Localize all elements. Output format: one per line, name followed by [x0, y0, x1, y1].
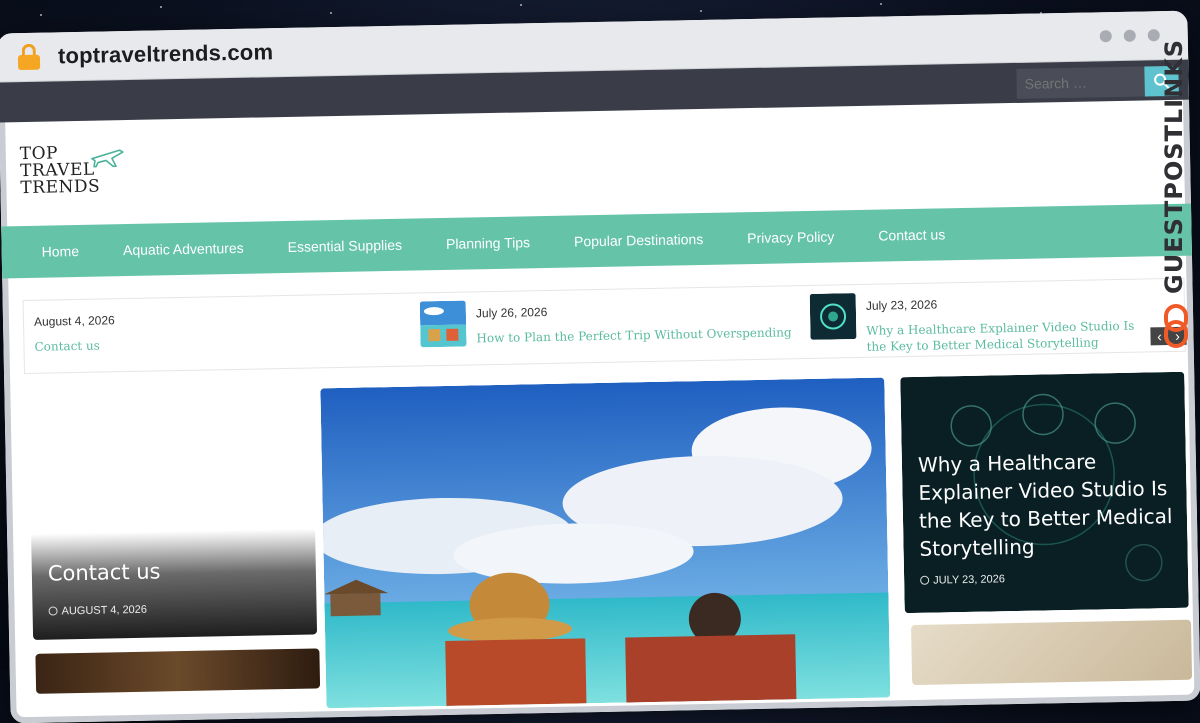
window-dot[interactable] — [1123, 29, 1136, 42]
featured-card-right-lower[interactable] — [911, 619, 1193, 686]
nav-item-essential-supplies[interactable]: Essential Supplies — [265, 236, 424, 255]
watermark-text: GUESTPOSTLINKS — [1160, 38, 1188, 294]
clock-icon — [920, 575, 930, 585]
ticker-item[interactable]: July 23, 2026 Why a Healthcare Explainer… — [809, 287, 1155, 356]
card-title[interactable]: Contact us — [48, 559, 161, 585]
featured-card-left-lower[interactable] — [35, 648, 321, 694]
address-bar-url[interactable]: toptraveltrends.com — [58, 39, 274, 69]
nav-item-popular-destinations[interactable]: Popular Destinations — [552, 231, 725, 250]
card-date: AUGUST 4, 2026 — [48, 604, 147, 618]
clock-icon — [48, 606, 58, 616]
window-dot[interactable] — [1147, 29, 1160, 42]
featured-section: Contact us AUGUST 4, 2026 Why a Healthca… — [4, 352, 1200, 709]
plane-icon — [91, 149, 124, 168]
nav-item-contact-us[interactable]: Contact us — [856, 226, 967, 244]
ticker-title[interactable]: Why a Healthcare Explainer Video Studio … — [866, 317, 1155, 355]
nav-item-planning-tips[interactable]: Planning Tips — [424, 234, 552, 252]
ticker-item[interactable]: August 4, 2026 Contact us — [34, 307, 116, 355]
featured-card-left[interactable]: Contact us AUGUST 4, 2026 — [31, 528, 318, 640]
ticker-title[interactable]: How to Plan the Perfect Trip Without Ove… — [476, 324, 791, 346]
ticker-title[interactable]: Contact us — [34, 337, 115, 355]
hero-image[interactable] — [320, 377, 891, 709]
ticker-date: July 26, 2026 — [475, 304, 548, 321]
site-logo[interactable]: TOP TRAVEL TRENDS — [20, 143, 141, 210]
card-date-text: AUGUST 4, 2026 — [61, 603, 148, 618]
logo-line-trends: TRENDS — [20, 176, 101, 199]
window-controls — [1099, 29, 1160, 43]
search-input[interactable] — [1016, 66, 1145, 99]
ticker-item[interactable]: July 26, 2026 How to Plan the Perfect Tr… — [419, 294, 792, 348]
ticker-thumbnail[interactable] — [419, 300, 467, 348]
card-title[interactable]: Why a Healthcare Explainer Video Studio … — [918, 446, 1176, 563]
card-date-text: JULY 23, 2026 — [933, 573, 1006, 587]
link-icon — [1164, 304, 1188, 348]
nav-item-home[interactable]: Home — [20, 243, 102, 261]
search-form — [1016, 65, 1179, 99]
browser-window: toptraveltrends.com TOP TRAVEL TRENDS Ho… — [0, 10, 1200, 723]
card-date: JULY 23, 2026 — [920, 573, 1005, 587]
nav-item-privacy-policy[interactable]: Privacy Policy — [725, 228, 856, 247]
lock-icon — [17, 43, 41, 71]
ticker-date: August 4, 2026 — [33, 313, 115, 329]
nav-item-aquatic-adventures[interactable]: Aquatic Adventures — [101, 239, 266, 258]
guestpostlinks-watermark: GUESTPOSTLINKS — [1158, 39, 1194, 356]
ticker-date: July 23, 2026 — [865, 297, 938, 313]
window-dot[interactable] — [1099, 30, 1112, 43]
ticker-thumbnail[interactable] — [809, 293, 857, 340]
featured-card-right[interactable]: Why a Healthcare Explainer Video Studio … — [900, 371, 1189, 614]
